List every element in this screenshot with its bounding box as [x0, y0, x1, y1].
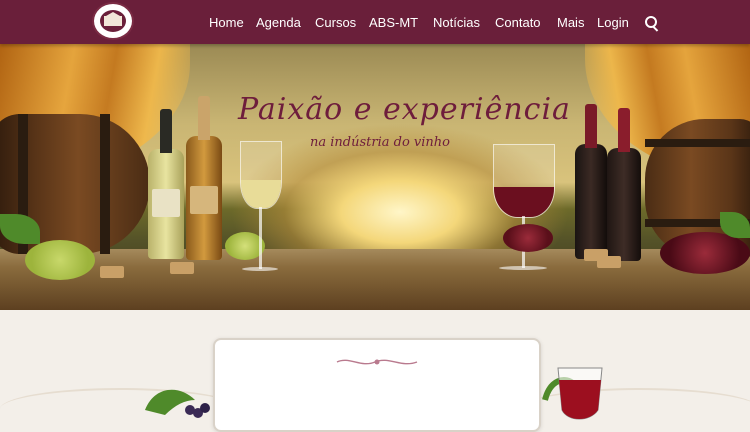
nav-noticias[interactable]: Notícias: [433, 15, 480, 31]
content-card: [213, 338, 541, 432]
search-icon[interactable]: [645, 16, 659, 32]
main-nav: Home Agenda Cursos ABS-MT Notícias Conta…: [0, 0, 750, 44]
wine-glass-decoration: [542, 367, 603, 420]
nav-home[interactable]: Home: [209, 15, 244, 31]
red-wine-bottle: [607, 108, 641, 261]
hero-banner: Paixão e experiência na indústria do vin…: [0, 44, 750, 310]
red-grapes: [503, 224, 553, 252]
cork: [100, 266, 124, 278]
red-grapes: [660, 232, 750, 274]
nav-mais[interactable]: Mais: [557, 15, 584, 31]
nav-agenda[interactable]: Agenda: [256, 15, 301, 31]
grape-cluster-decoration: [145, 389, 210, 418]
cork: [597, 256, 621, 268]
amber-wine-bottle: [186, 96, 222, 260]
nav-contato[interactable]: Contato: [495, 15, 541, 31]
cork: [170, 262, 194, 274]
green-grapes: [25, 240, 95, 280]
top-navigation-bar: Home Agenda Cursos ABS-MT Notícias Conta…: [0, 0, 750, 44]
nav-cursos[interactable]: Cursos: [315, 15, 356, 31]
hero-title: Paixão e experiência: [238, 92, 571, 127]
content-section: [0, 310, 750, 432]
nav-login[interactable]: Login: [597, 15, 629, 31]
red-wine-bottle: [575, 104, 607, 259]
white-wine-bottle: [148, 109, 184, 259]
nav-abs-mt[interactable]: ABS-MT: [369, 15, 418, 31]
flourish-ornament-icon: [336, 359, 418, 365]
hero-subtitle: na indústria do vinho: [310, 135, 450, 150]
